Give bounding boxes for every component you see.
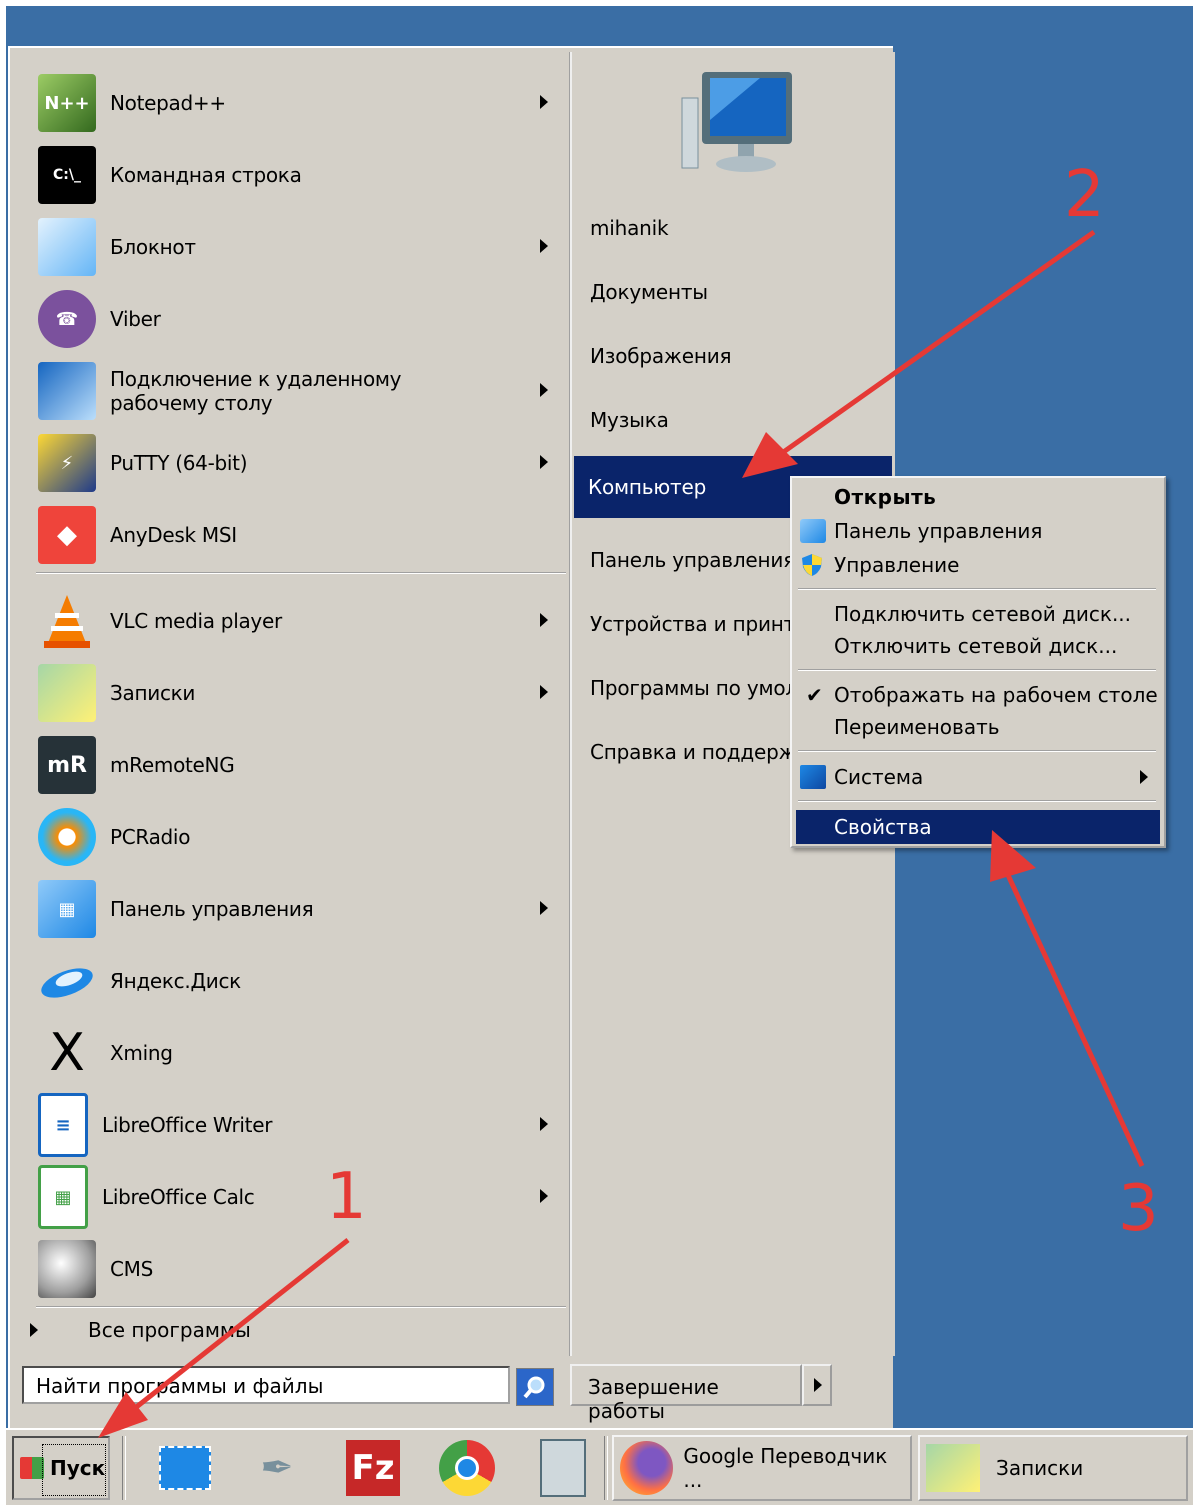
annotation-arrow-2 <box>773 229 1096 461</box>
annotation-arrowhead-3 <box>990 830 1036 882</box>
annotation-arrowhead-2 <box>742 432 798 478</box>
annotation-arrowhead-1 <box>98 1392 148 1438</box>
annotation-arrow-3 <box>999 860 1145 1168</box>
annotation-arrows <box>98 229 1145 1438</box>
annotation-arrow-1 <box>118 1238 350 1422</box>
